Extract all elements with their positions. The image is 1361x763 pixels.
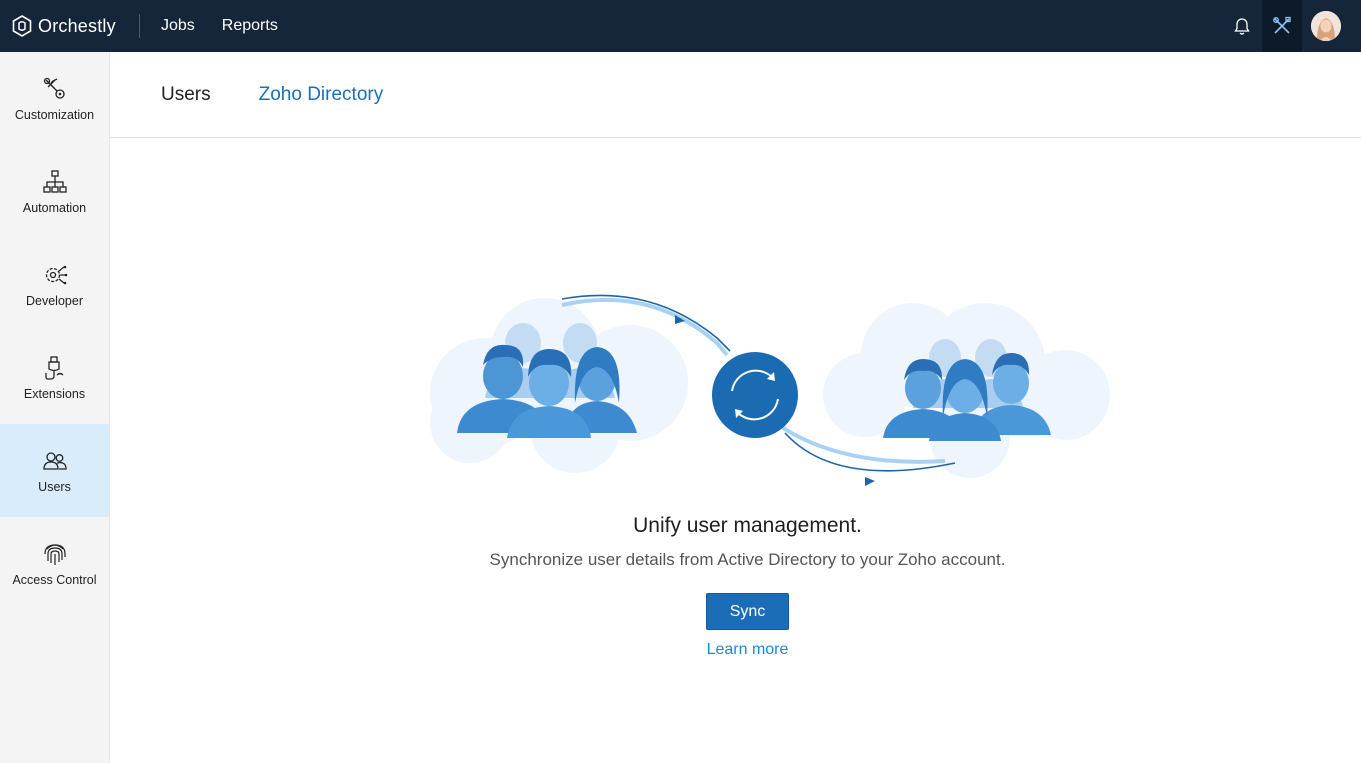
top-bar: Orchestly Jobs Reports bbox=[0, 0, 1361, 52]
sidebar-item-label: Customization bbox=[14, 108, 95, 122]
empty-state-subtitle: Synchronize user details from Active Dir… bbox=[489, 550, 1006, 569]
sync-circle bbox=[712, 352, 798, 438]
sidebar-item-label: Access Control bbox=[12, 573, 97, 587]
learn-more-link[interactable]: Learn more bbox=[110, 641, 1361, 659]
bell-icon bbox=[1234, 17, 1250, 35]
sidebar-item-automation[interactable]: Automation bbox=[0, 145, 109, 238]
tools-icon bbox=[1273, 16, 1291, 34]
divider bbox=[139, 14, 140, 38]
settings-tools-button[interactable] bbox=[1262, 0, 1302, 52]
fingerprint-icon bbox=[41, 540, 69, 568]
tab-users[interactable]: Users bbox=[161, 84, 211, 106]
avatar[interactable] bbox=[1311, 11, 1341, 41]
user-photo bbox=[1311, 11, 1341, 41]
nav-reports[interactable]: Reports bbox=[222, 17, 278, 35]
brand[interactable]: Orchestly bbox=[0, 0, 140, 52]
sidebar-item-access-control[interactable]: Access Control bbox=[0, 517, 109, 610]
sidebar-item-customization[interactable]: Customization bbox=[0, 52, 109, 145]
arrow-head-bottom bbox=[865, 477, 875, 486]
sidebar-item-label: Extensions bbox=[23, 387, 86, 401]
nav-jobs[interactable]: Jobs bbox=[161, 17, 195, 35]
sync-button[interactable]: Sync bbox=[706, 593, 789, 630]
tab-bar: Users Zoho Directory bbox=[110, 52, 1361, 138]
automation-icon bbox=[41, 168, 69, 196]
empty-state-title: Unify user management. bbox=[633, 514, 862, 537]
tab-zoho-directory[interactable]: Zoho Directory bbox=[259, 84, 384, 106]
sidebar-item-extensions[interactable]: Extensions bbox=[0, 331, 109, 424]
customization-icon bbox=[41, 75, 69, 103]
sidebar-item-label: Automation bbox=[22, 201, 87, 215]
sidebar: Customization Automation Developer Exten… bbox=[0, 52, 110, 763]
sidebar-item-users[interactable]: Users bbox=[0, 424, 109, 517]
sidebar-item-label: Developer bbox=[26, 294, 83, 308]
sidebar-item-label: Users bbox=[38, 480, 71, 494]
developer-icon bbox=[41, 261, 69, 289]
sync-illustration bbox=[430, 294, 1110, 486]
notifications-button[interactable] bbox=[1222, 0, 1262, 52]
sidebar-item-developer[interactable]: Developer bbox=[0, 238, 109, 331]
users-icon bbox=[41, 447, 69, 475]
extensions-icon bbox=[41, 354, 69, 382]
brand-name: Orchestly bbox=[38, 15, 116, 36]
top-right-actions bbox=[1222, 0, 1361, 52]
brand-logo-icon bbox=[12, 15, 32, 37]
